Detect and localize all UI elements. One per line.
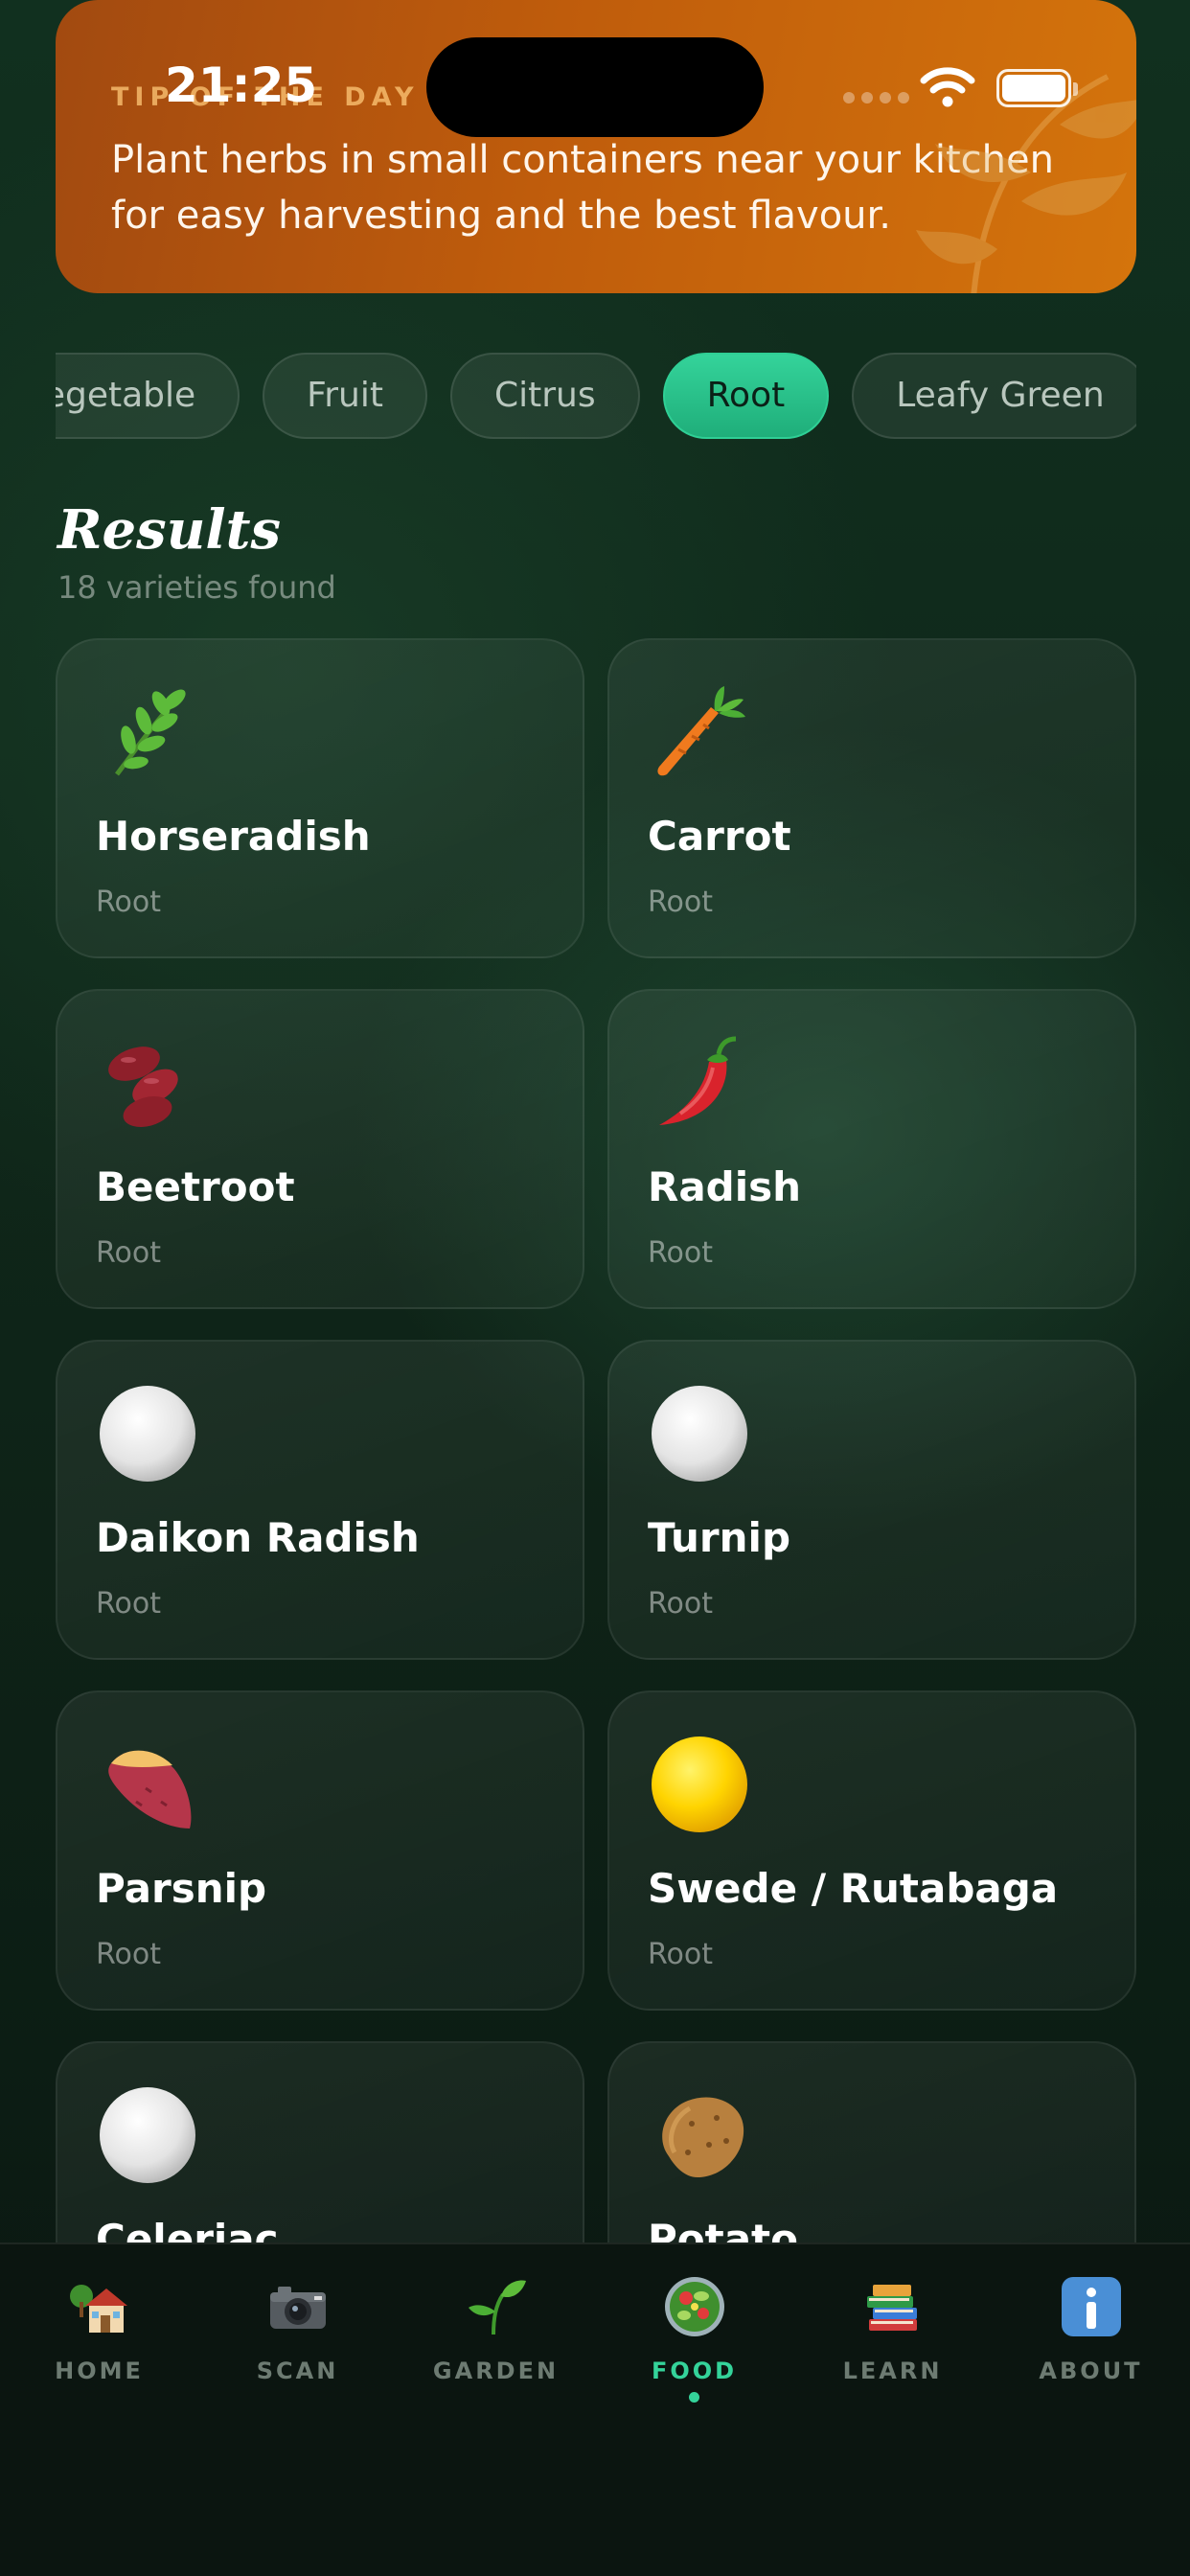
results-title: Results: [57, 498, 282, 562]
variety-category: Root: [96, 886, 161, 919]
house-icon: [68, 2275, 131, 2338]
variety-card[interactable]: Carrot Root: [607, 638, 1136, 958]
variety-name: Swede / Rutabaga: [648, 1865, 1059, 1912]
results-grid: Horseradish Root Carrot Root Beetroot Root Rad…: [56, 638, 1136, 2242]
salad-icon: [663, 2275, 726, 2338]
variety-category: Root: [96, 1236, 161, 1270]
filter-chip-root[interactable]: Root: [662, 353, 830, 439]
books-icon: [861, 2275, 925, 2338]
variety-card[interactable]: Parsnip Root: [56, 1690, 584, 2011]
variety-name: Beetroot: [96, 1163, 295, 1210]
category-filter-bar[interactable]: VegetableFruitCitrusRootLeafy GreenBulb: [56, 353, 1136, 441]
herb-icon: [98, 682, 197, 782]
dynamic-island: [426, 37, 764, 137]
white-circle-icon: [98, 1384, 197, 1484]
variety-name: Parsnip: [96, 1865, 267, 1912]
results-count: 18 varieties found: [57, 569, 336, 606]
seedling-icon: [465, 2275, 528, 2338]
tab-scan[interactable]: SCAN: [198, 2244, 397, 2436]
tab-learn[interactable]: LEARN: [793, 2244, 992, 2436]
variety-name: Daikon Radish: [96, 1514, 420, 1561]
tab-home[interactable]: HOME: [0, 2244, 198, 2436]
white-circle-icon: [98, 2085, 197, 2185]
variety-name: Radish: [648, 1163, 802, 1210]
cellular-signal-icon: [843, 92, 909, 104]
filter-chip-citrus[interactable]: Citrus: [450, 353, 640, 439]
variety-name: Turnip: [648, 1514, 791, 1561]
battery-icon: [996, 69, 1078, 107]
sweet-potato-icon: [98, 1735, 197, 1834]
tab-label: HOME: [55, 2358, 144, 2384]
variety-category: Root: [96, 1938, 161, 1971]
status-time: 21:25: [165, 58, 318, 113]
variety-category: Root: [648, 1236, 713, 1270]
tab-garden[interactable]: GARDEN: [397, 2244, 595, 2436]
yellow-circle-icon: [650, 1735, 749, 1834]
camera-icon: [266, 2275, 330, 2338]
variety-name: Celeriac: [96, 2216, 279, 2242]
variety-name: Carrot: [648, 813, 791, 860]
beans-icon: [98, 1033, 197, 1133]
variety-name: Horseradish: [96, 813, 371, 860]
filter-chip-leafy-green[interactable]: Leafy Green: [852, 353, 1136, 439]
tab-food[interactable]: FOOD: [595, 2244, 793, 2436]
wifi-icon: [920, 67, 975, 107]
bottom-tab-bar: HOME SCAN GARDEN FOOD LEARN ABOUT: [0, 2242, 1190, 2576]
potato-icon: [650, 2085, 749, 2185]
variety-category: Root: [648, 1938, 713, 1971]
carrot-icon: [650, 682, 749, 782]
food-screen: TIP OF THE DAY Plant herbs in small cont…: [0, 0, 1190, 2576]
variety-category: Root: [648, 886, 713, 919]
variety-card[interactable]: Swede / Rutabaga Root: [607, 1690, 1136, 2011]
tab-label: LEARN: [842, 2358, 943, 2384]
variety-card[interactable]: Daikon Radish Root: [56, 1340, 584, 1660]
variety-name: Potato: [648, 2216, 798, 2242]
variety-card[interactable]: CeleriacRoot: [56, 2041, 584, 2242]
tab-about[interactable]: ABOUT: [992, 2244, 1190, 2436]
tab-label: GARDEN: [432, 2358, 560, 2384]
tab-label: FOOD: [651, 2358, 738, 2384]
info-icon: [1060, 2275, 1123, 2338]
tab-label: ABOUT: [1039, 2358, 1143, 2384]
white-circle-icon: [650, 1384, 749, 1484]
variety-card[interactable]: PotatoRoot: [607, 2041, 1136, 2242]
active-tab-indicator: [689, 2392, 699, 2403]
variety-card[interactable]: Horseradish Root: [56, 638, 584, 958]
chili-pepper-icon: [650, 1033, 749, 1133]
variety-category: Root: [96, 1587, 161, 1621]
variety-category: Root: [648, 1587, 713, 1621]
variety-card[interactable]: Turnip Root: [607, 1340, 1136, 1660]
variety-card[interactable]: Beetroot Root: [56, 989, 584, 1309]
variety-card[interactable]: Radish Root: [607, 989, 1136, 1309]
filter-chip-fruit[interactable]: Fruit: [263, 353, 427, 439]
filter-chip-vegetable[interactable]: Vegetable: [56, 353, 240, 439]
tab-label: SCAN: [256, 2358, 339, 2384]
